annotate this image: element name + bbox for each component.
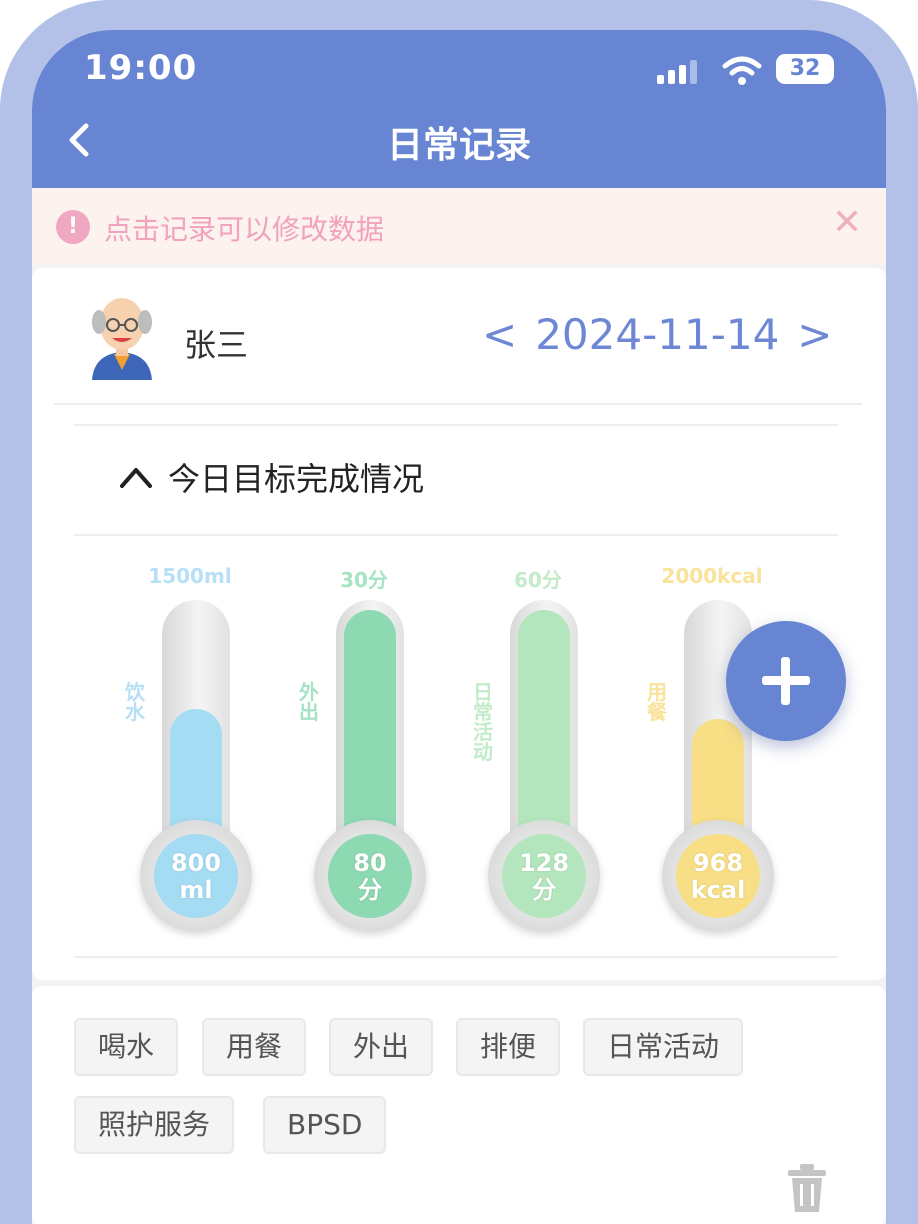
wifi-icon xyxy=(722,56,762,85)
tag-care-service[interactable]: 照护服务 xyxy=(74,1096,235,1154)
alert-icon: ! xyxy=(56,210,90,244)
goal-target: 1500ml xyxy=(148,564,232,588)
signal-icon xyxy=(657,60,701,84)
record-type-panel: 喝水 用餐 外出 排便 日常活动 照护服务 BPSD xyxy=(32,986,886,1224)
tag-drink-water[interactable]: 喝水 xyxy=(74,1018,179,1076)
goal-value: 800 ml xyxy=(170,849,222,904)
tag-outing[interactable]: 外出 xyxy=(329,1018,434,1076)
goal-target: 60分 xyxy=(514,568,562,592)
tag-meal[interactable]: 用餐 xyxy=(202,1018,307,1076)
goal-label: 日常活动 xyxy=(473,680,493,764)
avatar xyxy=(92,298,152,380)
page-title: 日常记录 xyxy=(386,125,531,166)
user-name: 张三 xyxy=(184,326,249,364)
goal-label: 用餐 xyxy=(647,680,667,724)
add-record-button[interactable] xyxy=(726,621,846,741)
thermometer-outing: 30分 80 分 外出 xyxy=(284,532,444,952)
goal-thermometers: 1500ml 800 ml 饮水 30分 80 分 外出 60分 128 分 日… xyxy=(74,532,838,958)
goal-target: 2000kcal xyxy=(661,564,763,588)
goal-label: 饮水 xyxy=(125,680,145,724)
tag-daily-activity[interactable]: 日常活动 xyxy=(583,1018,744,1076)
date-navigator: <2024-11-14 > xyxy=(464,310,851,359)
notice-banner: ! 点击记录可以修改数据 ✕ xyxy=(32,188,886,264)
tag-bpsd[interactable]: BPSD xyxy=(263,1096,387,1154)
chevron-up-icon xyxy=(120,468,152,488)
goals-header[interactable]: 今日目标完成情况 xyxy=(74,424,838,536)
close-icon[interactable]: ✕ xyxy=(832,202,862,243)
trash-icon[interactable] xyxy=(786,1162,828,1214)
header: 19:00 32 日常记录 xyxy=(32,30,886,188)
prev-date-button[interactable]: < xyxy=(464,310,535,359)
user-row: 张三 <2024-11-14 > xyxy=(54,268,862,405)
goal-label: 外出 xyxy=(299,680,319,724)
summary-card: 张三 <2024-11-14 > 今日目标完成情况 1500ml 800 ml 饮水 xyxy=(32,268,886,980)
next-date-button[interactable]: > xyxy=(779,310,850,359)
goal-value: 80 分 xyxy=(353,849,387,904)
current-date[interactable]: 2024-11-14 xyxy=(535,310,779,359)
thermometer-activity: 60分 128 分 日常活动 xyxy=(458,532,618,952)
tag-bowel[interactable]: 排便 xyxy=(456,1018,561,1076)
goal-target: 30分 xyxy=(340,568,388,592)
phone-screen: 19:00 32 日常记录 ! 点击记录可以修改数据 ✕ 张三 < 2024-1… xyxy=(32,30,886,1224)
status-time: 19:00 xyxy=(84,48,198,88)
notice-text: 点击记录可以修改数据 xyxy=(104,213,385,246)
battery-icon: 32 xyxy=(776,54,834,84)
goals-title: 今日目标完成情况 xyxy=(168,460,425,498)
thermometer-water: 1500ml 800 ml 饮水 xyxy=(110,532,270,952)
thermometer-meal: 2000kcal 968 kcal 用餐 xyxy=(632,532,792,952)
goal-value: 968 kcal xyxy=(690,849,746,904)
goal-value: 128 分 xyxy=(518,849,570,904)
